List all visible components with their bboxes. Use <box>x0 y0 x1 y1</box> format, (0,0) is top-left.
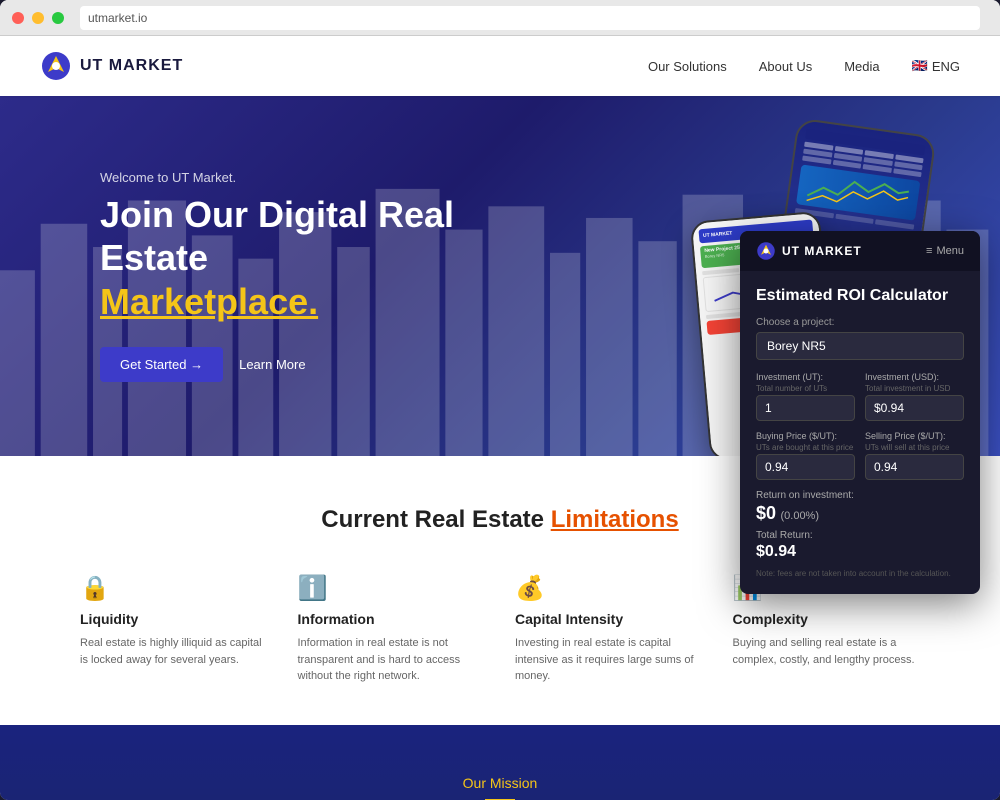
menu-label: Menu <box>936 245 964 257</box>
limitations-title-highlight: Limitations <box>551 506 679 533</box>
hero-welcome: Welcome to UT Market. <box>100 170 500 185</box>
roi-investment-ut-sublabel: Total number of UTs <box>756 384 855 393</box>
roi-logo: UT MARKET <box>756 241 862 261</box>
website-content: UT MARKET Our Solutions About Us Media 🇬… <box>0 36 1000 800</box>
logo-icon <box>40 50 72 82</box>
url-text: utmarket.io <box>88 11 147 25</box>
roi-investment-usd-field: Investment (USD): Total investment in US… <box>865 372 964 421</box>
capital-title: Capital Intensity <box>515 611 703 627</box>
lang-text: ENG <box>932 59 960 74</box>
maximize-btn[interactable] <box>52 12 64 24</box>
roi-investment-ut-field: Investment (UT): Total number of UTs <box>756 372 855 421</box>
roi-logo-icon <box>756 241 776 261</box>
minimize-btn[interactable] <box>32 12 44 24</box>
complexity-title: Complexity <box>733 611 921 627</box>
hero-content: Welcome to UT Market. Join Our Digital R… <box>100 170 500 382</box>
liquidity-title: Liquidity <box>80 611 268 627</box>
nav-links: Our Solutions About Us Media 🇬🇧 ENG <box>648 58 960 74</box>
roi-project-select[interactable]: Borey NR5 <box>756 332 964 360</box>
roi-header: UT MARKET ≡ Menu <box>740 231 980 271</box>
roi-body: Estimated ROI Calculator Choose a projec… <box>740 271 980 594</box>
roi-selling-price-sublabel: UTs will sell at this price <box>865 443 964 452</box>
hero-buttons: Get Started → Learn More <box>100 347 500 382</box>
roi-buying-price-label: Buying Price ($/UT): <box>756 431 855 441</box>
roi-logo-text: UT MARKET <box>782 244 862 258</box>
roi-selling-price-input[interactable] <box>865 454 964 480</box>
roi-return-row: Return on investment: $0 (0.00%) <box>756 490 964 524</box>
information-icon: ℹ️ <box>298 574 486 603</box>
liquidity-desc: Real estate is highly illiquid as capita… <box>80 635 268 668</box>
hamburger-icon: ≡ <box>926 245 932 257</box>
roi-title: Estimated ROI Calculator <box>756 287 964 305</box>
roi-buying-price-field: Buying Price ($/UT): UTs are bought at t… <box>756 431 855 480</box>
roi-note: Note: fees are not taken into account in… <box>756 569 964 578</box>
language-selector[interactable]: 🇬🇧 ENG <box>912 58 960 74</box>
information-desc: Information in real estate is not transp… <box>298 635 486 685</box>
hero-title-highlight: Marketplace. <box>100 281 318 322</box>
roi-investment-ut-input[interactable] <box>756 395 855 421</box>
roi-price-row: Buying Price ($/UT): UTs are bought at t… <box>756 431 964 480</box>
flag-icon: 🇬🇧 <box>912 58 928 74</box>
get-started-button[interactable]: Get Started → <box>100 347 223 382</box>
logo[interactable]: UT MARKET <box>40 50 183 82</box>
mission-section: Our Mission We create a more liquid, tra… <box>0 725 1000 800</box>
capital-icon: 💰 <box>515 574 703 603</box>
browser-window: utmarket.io UT MARKET Our Solutions Abou… <box>0 0 1000 800</box>
navbar: UT MARKET Our Solutions About Us Media 🇬… <box>0 36 1000 96</box>
roi-menu-button[interactable]: ≡ Menu <box>926 245 964 257</box>
capital-desc: Investing in real estate is capital inte… <box>515 635 703 685</box>
url-bar[interactable]: utmarket.io <box>80 6 980 30</box>
limitation-information: ℹ️ Information Information in real estat… <box>298 574 486 685</box>
nav-media[interactable]: Media <box>844 59 879 74</box>
limitation-liquidity: 🔒 Liquidity Real estate is highly illiqu… <box>80 574 268 685</box>
roi-buying-price-input[interactable] <box>756 454 855 480</box>
limitation-capital: 💰 Capital Intensity Investing in real es… <box>515 574 703 685</box>
nav-about[interactable]: About Us <box>759 59 812 74</box>
roi-calculator-panel: UT MARKET ≡ Menu Estimated ROI Calculato… <box>740 231 980 594</box>
roi-total-label: Total Return: <box>756 530 964 541</box>
roi-total-row: Total Return: $0.94 <box>756 530 964 561</box>
hero-title-line1: Join Our Digital Real Estate <box>100 194 454 278</box>
complexity-desc: Buying and selling real estate is a comp… <box>733 635 921 668</box>
information-title: Information <box>298 611 486 627</box>
roi-return-value: $0 <box>756 503 776 523</box>
mission-label: Our Mission <box>80 775 920 791</box>
roi-total-value: $0.94 <box>756 543 964 561</box>
browser-toolbar: utmarket.io <box>0 0 1000 36</box>
learn-more-button[interactable]: Learn More <box>239 357 305 372</box>
roi-investment-usd-label: Investment (USD): <box>865 372 964 382</box>
roi-investment-usd-value: $0.94 <box>865 395 964 421</box>
close-btn[interactable] <box>12 12 24 24</box>
limitations-title-prefix: Current Real Estate <box>321 506 550 533</box>
liquidity-icon: 🔒 <box>80 574 268 603</box>
roi-return-label: Return on investment: <box>756 490 964 501</box>
roi-buying-price-sublabel: UTs are bought at this price <box>756 443 855 452</box>
roi-selling-price-label: Selling Price ($/UT): <box>865 431 964 441</box>
roi-selling-price-field: Selling Price ($/UT): UTs will sell at t… <box>865 431 964 480</box>
roi-investment-ut-label: Investment (UT): <box>756 372 855 382</box>
hero-title: Join Our Digital Real Estate Marketplace… <box>100 193 500 323</box>
roi-return-pct: (0.00%) <box>780 510 819 522</box>
logo-text: UT MARKET <box>80 57 183 75</box>
nav-solutions[interactable]: Our Solutions <box>648 59 727 74</box>
roi-investment-row: Investment (UT): Total number of UTs Inv… <box>756 372 964 421</box>
roi-investment-usd-sublabel: Total investment in USD <box>865 384 964 393</box>
roi-project-label: Choose a project: <box>756 317 964 328</box>
